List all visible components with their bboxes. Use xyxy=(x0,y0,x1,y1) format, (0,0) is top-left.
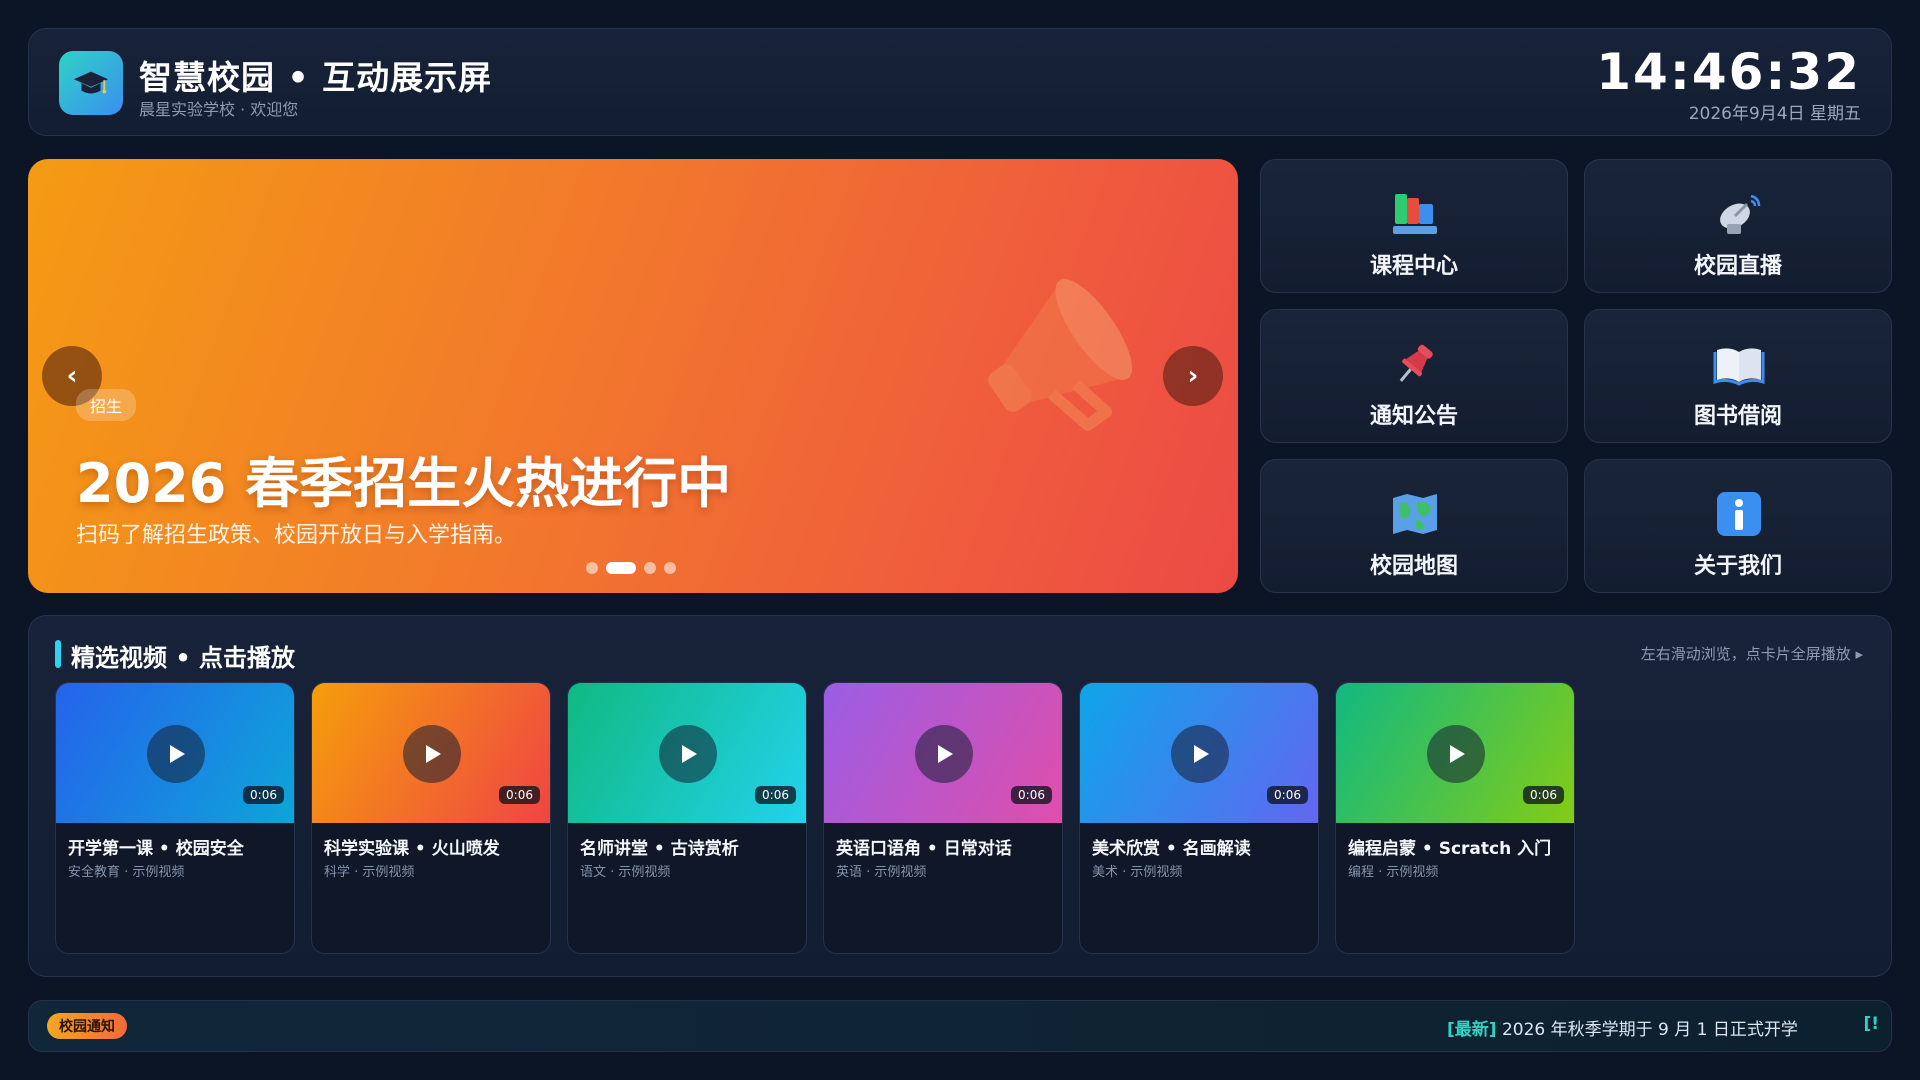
tile-notices[interactable]: 通知公告 xyxy=(1260,309,1568,443)
tile-label: 校园地图 xyxy=(1369,554,1458,579)
satellite-dish-icon xyxy=(1720,194,1761,234)
ticker-label: 校园通知 xyxy=(47,1013,127,1039)
video-card[interactable]: 0:06 科学实验课 • 火山喷发 科学 · 示例视频 xyxy=(311,682,551,954)
carousel-dots xyxy=(586,562,676,574)
info-icon xyxy=(1717,492,1761,536)
ticker-message[interactable]: [最新] 2026 年秋季学期于 9 月 1 日正式开学 xyxy=(1447,1015,1798,1040)
tile-label: 关于我们 xyxy=(1693,554,1782,579)
video-duration: 0:06 xyxy=(499,786,540,804)
video-duration: 0:06 xyxy=(1523,786,1564,804)
carousel-dot[interactable] xyxy=(644,562,656,574)
clock-time: 14:46:32 xyxy=(1596,43,1861,101)
open-book-icon xyxy=(1713,348,1765,386)
banner-carousel[interactable]: ‹ › 招生 2026 春季招生火热进行中 扫码了解招生政策、校园开放日与入学指… xyxy=(28,159,1238,593)
tile-campus-map[interactable]: 校园地图 xyxy=(1260,459,1568,593)
video-meta: 编程 · 示例视频 xyxy=(1348,865,1439,880)
map-icon xyxy=(1393,494,1437,534)
section-hint: 左右滑动浏览，点卡片全屏播放 ▸ xyxy=(1640,645,1863,663)
tile-label: 通知公告 xyxy=(1369,404,1458,429)
video-title: 英语口语角 • 日常对话 xyxy=(836,839,1012,859)
video-card[interactable]: 0:06 英语口语角 • 日常对话 英语 · 示例视频 xyxy=(823,682,1063,954)
video-title: 开学第一课 • 校园安全 xyxy=(68,839,244,859)
banner-title: 2026 春季招生火热进行中 xyxy=(76,452,732,515)
video-meta: 美术 · 示例视频 xyxy=(1092,865,1183,880)
carousel-dot-active[interactable] xyxy=(606,562,636,574)
video-duration: 0:06 xyxy=(755,786,796,804)
news-ticker: 校园通知 [最新] 2026 年秋季学期于 9 月 1 日正式开学 [! xyxy=(28,1000,1892,1052)
play-icon[interactable] xyxy=(1171,725,1229,783)
video-title: 科学实验课 • 火山喷发 xyxy=(324,839,500,859)
ticker-text: 2026 年秋季学期于 9 月 1 日正式开学 xyxy=(1496,1020,1798,1040)
video-meta: 安全教育 · 示例视频 xyxy=(68,865,185,880)
video-card[interactable]: 0:06 开学第一课 • 校园安全 安全教育 · 示例视频 xyxy=(55,682,295,954)
carousel-next-button[interactable]: › xyxy=(1163,346,1223,406)
video-title: 美术欣赏 • 名画解读 xyxy=(1092,839,1251,859)
video-meta: 语文 · 示例视频 xyxy=(580,865,671,880)
clock-date: 2026年9月4日 星期五 xyxy=(1688,104,1861,124)
app-subtitle: 晨星实验学校 · 欢迎您 xyxy=(139,100,299,119)
video-title: 名师讲堂 • 古诗赏析 xyxy=(580,839,739,859)
play-icon[interactable] xyxy=(659,725,717,783)
video-title: 编程启蒙 • Scratch 入门 xyxy=(1348,839,1552,859)
section-title: 精选视频 • 点击播放 xyxy=(71,644,296,672)
books-icon xyxy=(1393,194,1437,234)
video-card[interactable]: 0:06 编程启蒙 • Scratch 入门 编程 · 示例视频 xyxy=(1335,682,1575,954)
header-bar: 智慧校园 • 互动展示屏 晨星实验学校 · 欢迎您 14:46:32 2026年… xyxy=(28,28,1892,136)
video-meta: 科学 · 示例视频 xyxy=(324,865,415,880)
banner-tag: 招生 xyxy=(76,389,137,421)
video-duration: 0:06 xyxy=(243,786,284,804)
featured-videos-section: 精选视频 • 点击播放 左右滑动浏览，点卡片全屏播放 ▸ 0:06 开学第一课 … xyxy=(28,615,1892,977)
ticker-new-tag: [最新] xyxy=(1447,1020,1497,1040)
tile-campus-live[interactable]: 校园直播 xyxy=(1584,159,1892,293)
tile-about-us[interactable]: 关于我们 xyxy=(1584,459,1892,593)
play-icon[interactable] xyxy=(1427,725,1485,783)
carousel-dot[interactable] xyxy=(664,562,676,574)
carousel-dot[interactable] xyxy=(586,562,598,574)
tile-label: 校园直播 xyxy=(1693,254,1782,279)
tile-label: 课程中心 xyxy=(1369,254,1458,279)
video-duration: 0:06 xyxy=(1267,786,1308,804)
ticker-trailing: [! xyxy=(1863,1014,1879,1034)
video-duration: 0:06 xyxy=(1011,786,1052,804)
graduation-cap-icon xyxy=(59,51,123,115)
tile-label: 图书借阅 xyxy=(1693,404,1782,429)
section-accent-bar xyxy=(55,640,61,668)
play-icon[interactable] xyxy=(403,725,461,783)
tile-library[interactable]: 图书借阅 xyxy=(1584,309,1892,443)
banner-description: 扫码了解招生政策、校园开放日与入学指南。 xyxy=(76,523,517,548)
play-icon[interactable] xyxy=(147,725,205,783)
video-meta: 英语 · 示例视频 xyxy=(836,865,927,880)
play-icon[interactable] xyxy=(915,725,973,783)
pushpin-icon xyxy=(1399,344,1433,382)
megaphone-icon xyxy=(988,279,1132,431)
app-title: 智慧校园 • 互动展示屏 xyxy=(139,58,493,97)
tile-course-center[interactable]: 课程中心 xyxy=(1260,159,1568,293)
video-card[interactable]: 0:06 美术欣赏 • 名画解读 美术 · 示例视频 xyxy=(1079,682,1319,954)
video-card[interactable]: 0:06 名师讲堂 • 古诗赏析 语文 · 示例视频 xyxy=(567,682,807,954)
